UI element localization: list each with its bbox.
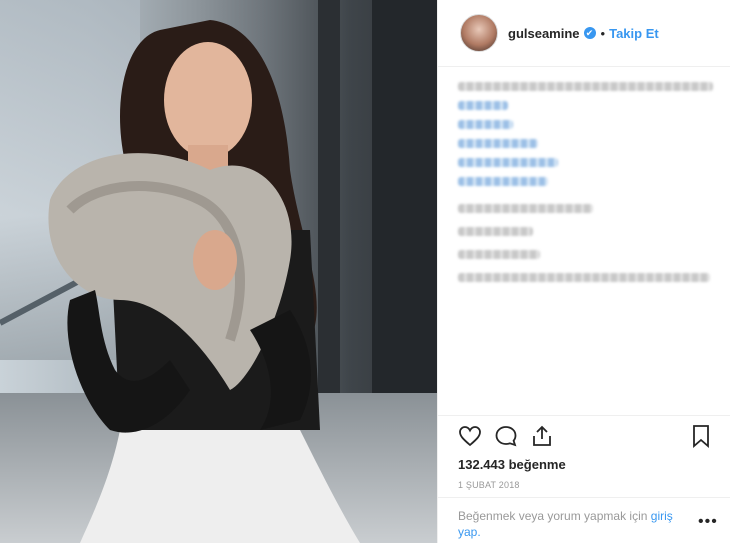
more-options-icon[interactable]: ••• (698, 513, 718, 531)
header-divider (438, 66, 730, 67)
footer-divider (438, 497, 730, 498)
post-date: 1 ŞUBAT 2018 (458, 480, 520, 490)
post-actions (458, 424, 713, 450)
blurred-caption-line (458, 101, 508, 110)
heart-icon[interactable] (458, 424, 482, 448)
post-header: gulseamine ✔ • Takip Et (438, 0, 730, 66)
actions-divider (438, 415, 730, 416)
comment-icon[interactable] (494, 424, 518, 448)
share-icon[interactable] (530, 424, 554, 448)
username-link[interactable]: gulseamine (508, 26, 580, 41)
blurred-caption-line (458, 120, 513, 129)
follow-button[interactable]: Takip Et (609, 26, 659, 41)
blurred-caption-line (458, 158, 558, 167)
blurred-comment (458, 273, 710, 282)
separator-dot: • (600, 25, 606, 41)
post-photo[interactable] (0, 0, 437, 543)
post-side-panel: gulseamine ✔ • Takip Et 132.443 beğenme … (437, 0, 730, 543)
blurred-comment (458, 250, 540, 259)
blurred-caption-line (458, 82, 713, 91)
verified-badge-icon: ✔ (583, 27, 596, 39)
login-link-continued[interactable]: yap. (458, 525, 481, 539)
login-prompt: Beğenmek veya yorum yapmak için giriş ya… (458, 508, 698, 540)
blurred-comment (458, 204, 593, 213)
blurred-comment (458, 227, 533, 236)
login-prompt-text: Beğenmek veya yorum yapmak için (458, 509, 648, 523)
like-count[interactable]: 132.443 beğenme (458, 457, 566, 472)
blurred-caption-line (458, 139, 538, 148)
avatar[interactable] (460, 14, 498, 52)
caption-and-comments (458, 82, 718, 292)
photo-figure (48, 20, 360, 543)
blurred-caption-line (458, 177, 548, 186)
login-link[interactable]: giriş (651, 509, 673, 523)
bookmark-icon[interactable] (689, 424, 713, 448)
